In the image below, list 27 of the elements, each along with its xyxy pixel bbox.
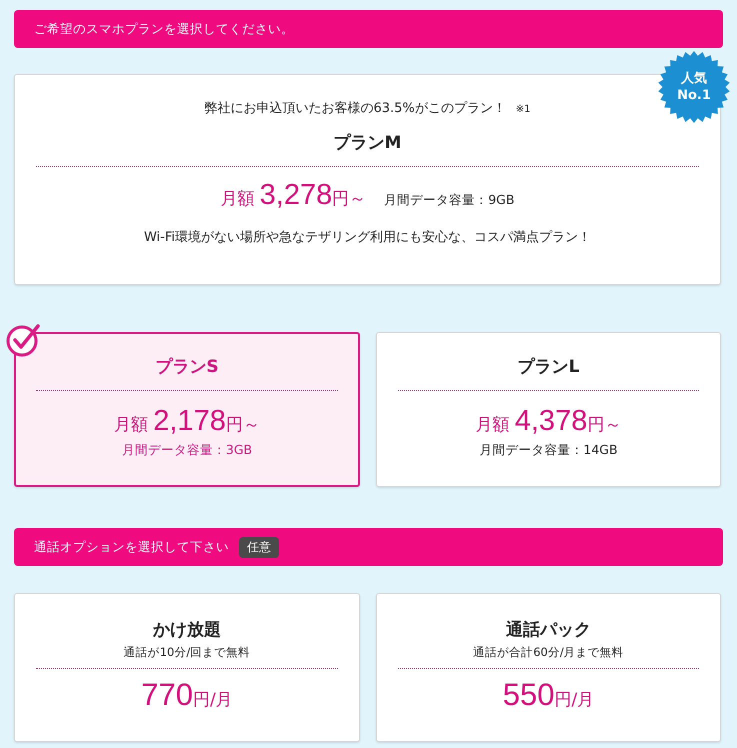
plan-card[interactable]: プランL 月額 4,378円～ 月間データ容量：14GB <box>376 332 721 487</box>
footnote-mark: ※1 <box>516 104 531 115</box>
check-icon <box>5 322 41 358</box>
plan-name: プランS <box>155 356 219 378</box>
data-allowance: 月間データ容量：9GB <box>384 192 514 209</box>
option-card[interactable]: かけ放題 通話が10分/回まで無料 770円/月 <box>14 593 360 742</box>
data-allowance: 月間データ容量：3GB <box>122 442 252 459</box>
optional-tag: 任意 <box>239 536 279 558</box>
section-title: ご希望のスマホプランを選択してください。 <box>34 20 294 38</box>
monthly-price: 550円/月 <box>502 677 594 713</box>
option-name: 通話パック <box>506 619 591 641</box>
monthly-price: 月額 3,278円～ <box>220 179 366 212</box>
monthly-price: 月額 2,178円～ <box>114 405 260 438</box>
monthly-price: 770円/月 <box>141 677 233 713</box>
monthly-price: 月額 4,378円～ <box>476 405 622 438</box>
popularity-badge: 人気 No.1 <box>658 51 730 123</box>
section-title: 通話オプションを選択して下さい <box>34 538 229 556</box>
option-detail: 通話が合計60分/月まで無料 <box>473 645 624 660</box>
plan-name: プランL <box>518 356 580 378</box>
plan-name: プランM <box>334 132 402 154</box>
data-allowance: 月間データ容量：14GB <box>479 442 618 459</box>
option-detail: 通話が10分/回まで無料 <box>124 645 250 660</box>
option-name: かけ放題 <box>153 619 221 641</box>
option-card[interactable]: 通話パック 通話が合計60分/月まで無料 550円/月 <box>376 593 721 742</box>
plan-share-note: 弊社にお申込頂いたお客様の63.5%がこのプラン！ <box>204 100 506 117</box>
plan-description: Wi-Fi環境がない場所や急なテザリング利用にも安心な、コスパ満点プラン！ <box>144 229 591 246</box>
plan-card[interactable]: プランS 月額 2,178円～ 月間データ容量：3GB <box>14 332 360 487</box>
